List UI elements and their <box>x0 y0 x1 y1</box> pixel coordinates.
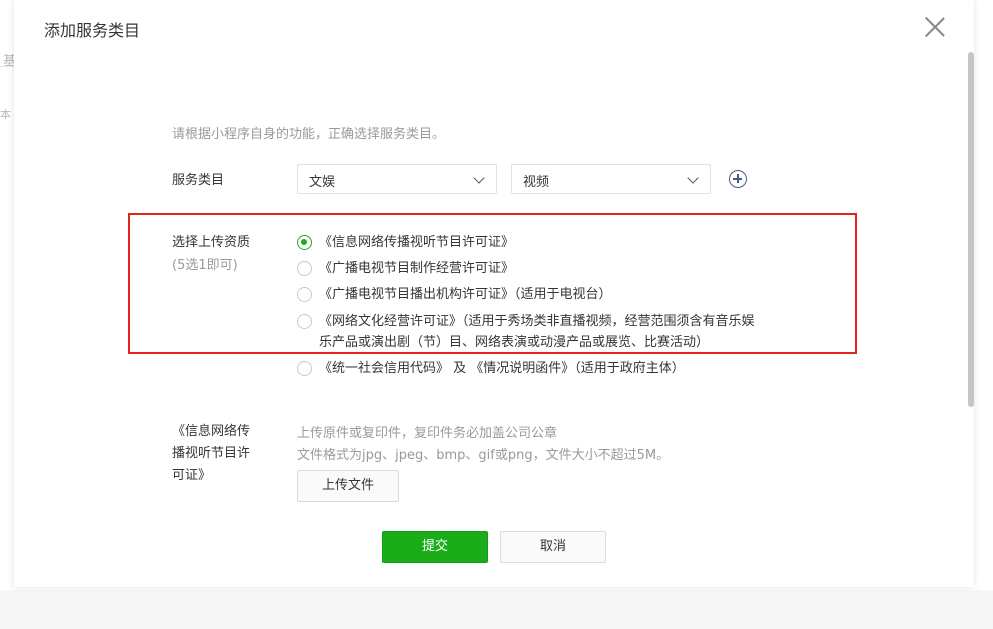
secondary-category-select[interactable]: 视频 <box>511 164 711 194</box>
upload-file-button[interactable]: 上传文件 <box>297 470 399 502</box>
add-category-icon[interactable] <box>729 170 747 188</box>
radio-checked-icon[interactable] <box>297 235 312 250</box>
scrollbar[interactable] <box>968 52 974 407</box>
chevron-down-icon <box>473 172 485 184</box>
dialog-title: 添加服务类目 <box>44 21 141 40</box>
secondary-category-value: 视频 <box>523 175 550 190</box>
submit-button[interactable]: 提交 <box>382 531 488 563</box>
option-label: 《网络文化经营许可证》（适用于秀场类非直播视频，经营范围须含有音乐娱 <box>319 314 755 329</box>
upload-label-line2: 播视听节目许 <box>172 446 251 461</box>
radio-icon[interactable] <box>297 314 312 329</box>
qualification-label: 选择上传资质 <box>172 235 251 250</box>
radio-icon[interactable] <box>297 261 312 276</box>
option-label: 《广播电视节目播出机构许可证》（适用于电视台） <box>319 287 612 302</box>
background-divider <box>0 66 14 67</box>
primary-category-value: 文娱 <box>309 175 336 190</box>
upload-label-line1: 《信息网络传 <box>172 424 251 439</box>
add-service-category-dialog: 添加服务类目 请根据小程序自身的功能，正确选择服务类目。 服务类目 文娱 视频 … <box>14 0 974 587</box>
category-label: 服务类目 <box>172 173 225 188</box>
option-label-continued: 乐产品或演出剧（节）目、网络表演或动漫产品或展览、比赛活动） <box>319 335 710 350</box>
option-label: 《广播电视节目制作经营许可证》 <box>319 261 515 276</box>
chevron-down-icon <box>687 172 699 184</box>
background-text-fragment: 本 <box>0 108 11 121</box>
cancel-button[interactable]: 取消 <box>500 531 606 563</box>
upload-note-2: 文件格式为jpg、jpeg、bmp、gif或png，文件大小不超过5M。 <box>297 448 670 463</box>
upload-note-1: 上传原件或复印件，复印件务必加盖公司公章 <box>297 426 558 441</box>
radio-icon[interactable] <box>297 287 312 302</box>
background-footer <box>0 590 993 629</box>
qualification-sublabel: (5选1即可) <box>172 258 238 273</box>
option-label: 《信息网络传播视听节目许可证》 <box>319 235 515 250</box>
upload-label-line3: 可证》 <box>172 468 212 483</box>
option-label: 《统一社会信用代码》 及 《情况说明函件》（适用于政府主体） <box>319 361 685 376</box>
radio-icon[interactable] <box>297 361 312 376</box>
close-icon[interactable] <box>924 16 946 38</box>
instruction-text: 请根据小程序自身的功能，正确选择服务类目。 <box>172 127 446 142</box>
primary-category-select[interactable]: 文娱 <box>297 164 497 194</box>
